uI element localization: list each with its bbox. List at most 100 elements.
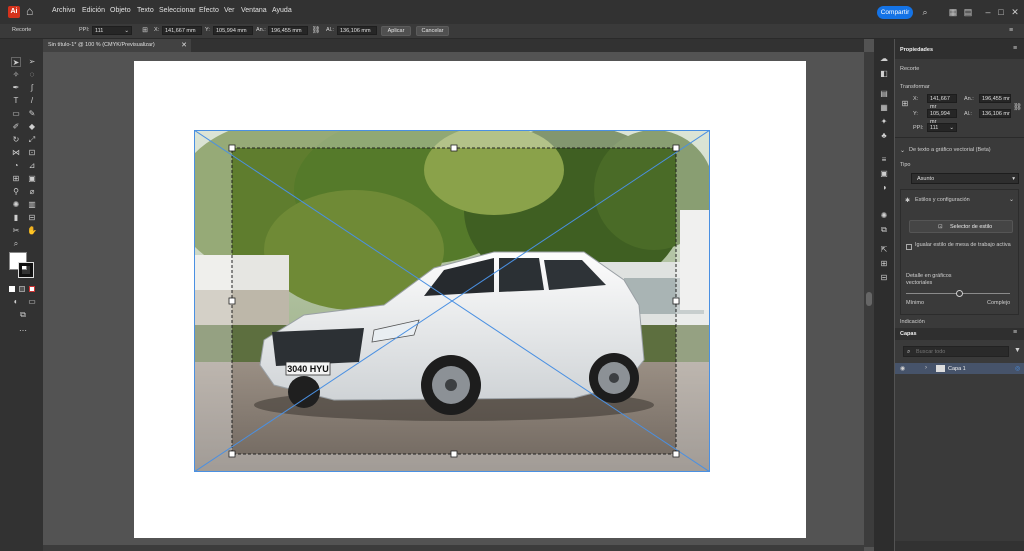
selection-tool-icon[interactable]: ➤	[11, 57, 21, 67]
none-mode-icon[interactable]	[29, 286, 35, 292]
properties-icon[interactable]: ◧	[879, 69, 889, 79]
stroke-icon[interactable]: ≡	[879, 155, 889, 165]
artboard-tool-icon[interactable]: ⊟	[27, 213, 37, 223]
swatches-icon[interactable]: ▦	[879, 103, 889, 113]
x-field[interactable]: 141,667 mr	[927, 94, 957, 110]
menu-texto[interactable]: Texto	[137, 7, 154, 14]
layers-search[interactable]: ⌕	[903, 346, 1009, 357]
appearance-icon[interactable]: ✺	[879, 211, 889, 221]
detail-slider-thumb[interactable]	[956, 290, 963, 297]
free-transform-tool-icon[interactable]: ⊡	[27, 148, 37, 158]
horizontal-scrollbar[interactable]	[43, 545, 864, 551]
line-tool-icon[interactable]: /	[27, 96, 37, 106]
panel-options-icon[interactable]: ≡	[1013, 45, 1017, 52]
cropped-image[interactable]: 3040 HYU	[194, 130, 710, 472]
panel-menu-icon[interactable]: ≡	[1006, 26, 1016, 36]
layer-row[interactable]: ◉ › Capa 1 ◎	[895, 363, 1024, 374]
curvature-tool-icon[interactable]: ∫	[27, 83, 37, 93]
stroke-swatch[interactable]	[18, 262, 34, 278]
menu-edicion[interactable]: Edición	[82, 7, 105, 14]
layers-icon[interactable]: ▤	[879, 89, 889, 99]
vertical-scroll-thumb[interactable]	[866, 292, 872, 306]
properties-tab[interactable]: Propiedades	[900, 47, 933, 53]
expand-icon[interactable]: ›	[925, 365, 927, 371]
menu-ayuda[interactable]: Ayuda	[272, 7, 292, 14]
minimize-icon[interactable]: –	[983, 7, 993, 17]
maximize-icon[interactable]: □	[996, 7, 1006, 17]
type-dropdown[interactable]: Asunto ▾	[911, 173, 1019, 184]
shape-builder-tool-icon[interactable]: ◔	[11, 161, 21, 171]
reference-point-icon[interactable]: ⊞	[140, 26, 150, 36]
workspace-icon[interactable]: ▦	[948, 7, 958, 17]
ppi-field[interactable]: 111 ⌄	[927, 123, 957, 132]
eyedropper-tool-icon[interactable]: ⚲	[11, 187, 21, 197]
screen-mode-icon[interactable]: ▭	[27, 297, 37, 307]
arrange-icon[interactable]: ▤	[963, 7, 973, 17]
direct-selection-tool-icon[interactable]: ➢	[27, 57, 37, 67]
transparency-icon[interactable]: ◑	[879, 183, 889, 193]
close-icon[interactable]: ✕	[1010, 7, 1020, 17]
layers-search-input[interactable]	[916, 348, 1001, 356]
target-icon[interactable]: ◎	[1015, 365, 1020, 372]
x-field[interactable]: 141,667 mm	[162, 26, 202, 35]
link-icon[interactable]: ⛓	[1013, 103, 1022, 111]
gradient-mode-icon[interactable]	[19, 286, 25, 292]
draw-normal-icon[interactable]: ◐	[11, 297, 21, 307]
gradient-icon[interactable]: ▣	[879, 169, 889, 179]
close-tab-icon[interactable]: ✕	[181, 39, 187, 52]
libraries-icon[interactable]: ☁	[879, 54, 889, 64]
symbols-icon[interactable]: ♣	[879, 131, 889, 141]
vector-section-title[interactable]: De texto a gráfico vectorial (Beta)	[909, 147, 991, 153]
document-tab[interactable]: Sin título-1* @ 100 % (CMYK/Previsualiza…	[43, 39, 191, 52]
width-tool-icon[interactable]: ⋈	[11, 148, 21, 158]
rotate-tool-icon[interactable]: ↻	[11, 135, 21, 145]
color-mode-icon[interactable]	[9, 286, 15, 292]
menu-archivo[interactable]: Archivo	[52, 7, 75, 14]
reference-point-icon[interactable]: ⊞	[900, 99, 910, 109]
lasso-tool-icon[interactable]: ◌	[27, 70, 37, 80]
vertical-scrollbar[interactable]	[864, 52, 874, 547]
h-field[interactable]: 136,106 mr	[979, 109, 1011, 118]
style-selector-button[interactable]: ⊡ Selector de estilo	[909, 220, 1013, 233]
filter-icon[interactable]: ▼	[1014, 347, 1021, 354]
w-field[interactable]: 196,455 mm	[268, 26, 308, 35]
cancel-button[interactable]: Cancelar	[416, 26, 449, 36]
rectangle-tool-icon[interactable]: ▭	[11, 109, 21, 119]
edit-toolbar-icon[interactable]: ⋯	[18, 326, 28, 336]
type-tool-icon[interactable]: T	[11, 96, 21, 106]
w-field[interactable]: 196,455 mr	[979, 94, 1011, 103]
change-screen-mode-icon[interactable]: ⧉	[18, 310, 28, 320]
column-graph-tool-icon[interactable]: ▥	[27, 200, 37, 210]
export-icon[interactable]: ⇱	[879, 245, 889, 255]
menu-ver[interactable]: Ver	[224, 7, 235, 14]
search-icon[interactable]: ⌕	[920, 7, 930, 17]
menu-objeto[interactable]: Objeto	[110, 7, 131, 14]
shaper-tool-icon[interactable]: ✐	[11, 122, 21, 132]
symbol-sprayer-tool-icon[interactable]: ✺	[11, 200, 21, 210]
h-field[interactable]: 136,106 mm	[337, 26, 377, 35]
apply-button[interactable]: Aplicar	[381, 26, 411, 36]
graph-tool-icon[interactable]: ▮	[11, 213, 21, 223]
ppi-field[interactable]: 111 ⌄	[92, 26, 132, 35]
chevron-down-icon[interactable]: ⌄	[900, 147, 905, 154]
links-icon[interactable]: ⊟	[879, 273, 889, 283]
chevron-down-icon[interactable]: ⌄	[1009, 196, 1014, 203]
menu-efecto[interactable]: Efecto	[199, 7, 219, 14]
hand-tool-icon[interactable]: ✋	[27, 226, 37, 236]
layers-tab[interactable]: Capas	[900, 331, 917, 337]
share-button[interactable]: Compartir	[877, 6, 913, 19]
y-field[interactable]: 105,994 mr	[927, 109, 957, 125]
scale-tool-icon[interactable]: ⤢	[27, 135, 37, 145]
eraser-tool-icon[interactable]: ◆	[27, 122, 37, 132]
paintbrush-tool-icon[interactable]: ✎	[27, 109, 37, 119]
layer-name[interactable]: Capa 1	[948, 366, 966, 372]
y-field[interactable]: 105,994 mm	[213, 26, 253, 35]
mesh-tool-icon[interactable]: ⊞	[11, 174, 21, 184]
pen-tool-icon[interactable]: ✒	[11, 83, 21, 93]
graphic-styles-icon[interactable]: ⧉	[879, 225, 889, 235]
artboards-icon[interactable]: ⊞	[879, 259, 889, 269]
match-style-checkbox[interactable]	[906, 244, 912, 250]
home-icon[interactable]: ⌂	[26, 5, 38, 17]
link-icon[interactable]: ⛓	[311, 26, 321, 36]
blend-tool-icon[interactable]: ⌀	[27, 187, 37, 197]
